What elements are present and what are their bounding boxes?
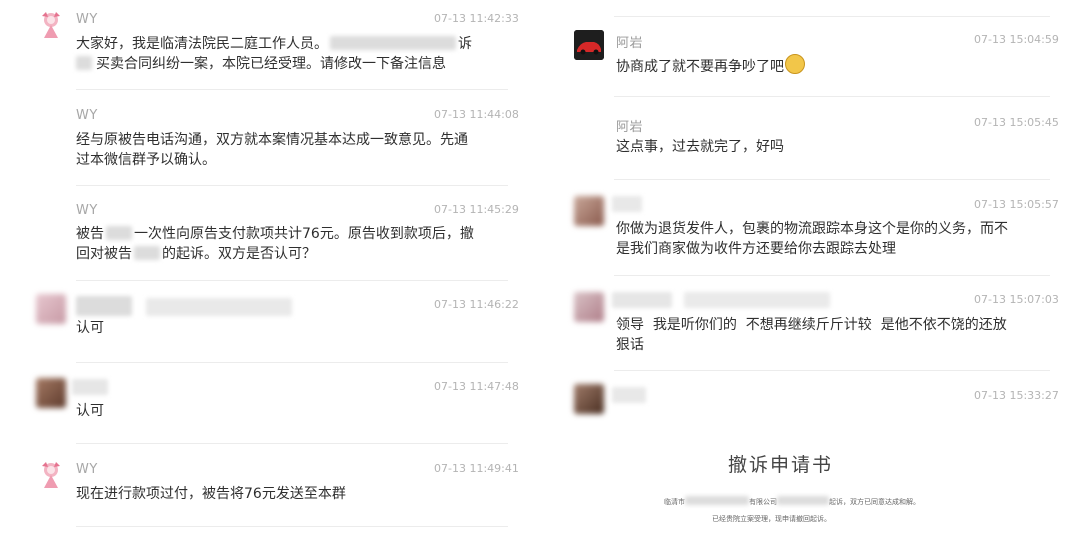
message-text: 协商成了就不要再争吵了吧 <box>616 54 805 77</box>
grin-emoji-icon <box>785 54 805 74</box>
redacted-block <box>777 496 829 505</box>
message-text: 经与原被告电话沟通，双方就本案情况基本达成一致意见。先通 过本微信群予以确认。 <box>76 130 496 170</box>
car-icon <box>574 30 604 60</box>
message-text-part: 领导 我是听你们的 不想再继续斤斤计较 是他不依不饶的还放 <box>616 317 1007 333</box>
withdrawal-document-image[interactable]: 撤诉申请书 临清市 有限公司 起诉，双方已同意达成和解。 已经贵院立案受理，现申请撤… <box>660 440 940 540</box>
avatar-wy[interactable] <box>36 10 66 40</box>
message-divider <box>76 362 508 363</box>
message-divider <box>76 89 508 90</box>
avatar-blurred[interactable] <box>574 384 604 414</box>
message-divider <box>76 526 508 527</box>
message-text: 大家好，我是临清法院民二庭工作人员。 诉 买卖合同纠纷一案，本院已经受理。请修改一… <box>76 34 496 74</box>
message-text-part: 买卖合同纠纷一案，本院已经受理。请修改一下备注信息 <box>96 56 446 72</box>
message-text-part: 是我们商家做为收件方还要给你去跟踪去处理 <box>616 241 896 257</box>
avatar-ayan[interactable] <box>574 30 604 60</box>
message-text-part: 协商成了就不要再争吵了吧 <box>616 59 784 75</box>
message-divider <box>614 275 1050 276</box>
avatar-blurred[interactable] <box>36 294 66 324</box>
message-text-part: 你做为退货发件人，包裹的物流跟踪本身这个是你的义务，而不 <box>616 221 1008 237</box>
message-text-part: 被告 <box>76 226 104 242</box>
message-text: 认可 <box>76 320 104 336</box>
avatar-wy-icon <box>42 462 60 488</box>
message-text-part: 狠话 <box>616 337 644 353</box>
message-text-part: 经与原被告电话沟通，双方就本案情况基本达成一致意见。先通 <box>76 132 468 148</box>
redacted-block <box>106 226 132 240</box>
message-text: 认可 <box>76 403 104 419</box>
redacted-block <box>330 36 456 50</box>
redacted-name <box>146 298 292 316</box>
message-text: 领导 我是听你们的 不想再继续斤斤计较 是他不依不饶的还放 狠话 <box>616 315 1056 355</box>
message-time: 07-13 15:04:59 <box>974 33 1059 46</box>
sender-name: WY <box>76 462 98 477</box>
message-divider <box>614 370 1050 371</box>
document-title: 撤诉申请书 <box>728 454 834 476</box>
sender-name: WY <box>76 108 98 123</box>
document-text-part: 临清市 <box>664 498 685 506</box>
avatar-wy[interactable] <box>36 460 66 490</box>
document-line: 临清市 有限公司 起诉，双方已同意达成和解。 <box>664 496 920 507</box>
message-time: 07-13 15:05:45 <box>974 116 1059 129</box>
message-divider <box>614 16 1050 17</box>
message-text-part: 大家好，我是临清法院民二庭工作人员。 <box>76 36 328 52</box>
sender-name: 阿岩 <box>616 120 644 135</box>
message-text-part: 诉 <box>458 36 472 52</box>
redacted-name <box>684 292 830 308</box>
message-time: 07-13 11:46:22 <box>434 298 519 311</box>
message-time: 07-13 11:42:33 <box>434 12 519 25</box>
message-time: 07-13 11:44:08 <box>434 108 519 121</box>
document-text-part: 有限公司 <box>749 498 777 506</box>
message-text-part: 回对被告 <box>76 246 132 262</box>
avatar-blurred[interactable] <box>574 196 604 226</box>
sender-name: 阿岩 <box>616 36 644 51</box>
redacted-name <box>76 296 132 316</box>
message-divider <box>76 443 508 444</box>
redacted-name <box>612 292 672 308</box>
sender-name: WY <box>76 203 98 218</box>
message-text-part: 一次性向原告支付款项共计76元。原告收到款项后，撤 <box>134 226 474 242</box>
left-chat-panel: WY 07-13 11:42:33 大家好，我是临清法院民二庭工作人员。 诉 买卖… <box>0 0 520 540</box>
redacted-name <box>612 196 642 212</box>
message-time: 07-13 11:47:48 <box>434 380 519 393</box>
avatar-wy-icon <box>42 12 60 38</box>
message-text-part: 的起诉。双方是否认可？ <box>162 246 316 262</box>
message-divider <box>76 185 508 186</box>
redacted-block <box>685 496 749 505</box>
message-time: 07-13 15:33:27 <box>974 389 1059 402</box>
message-time: 07-13 11:45:29 <box>434 203 519 216</box>
avatar-blurred[interactable] <box>574 292 604 322</box>
message-time: 07-13 15:07:03 <box>974 293 1059 306</box>
redacted-name <box>612 387 646 403</box>
message-divider <box>76 280 508 281</box>
redacted-block <box>76 56 92 70</box>
message-text: 这点事，过去就完了，好吗 <box>616 139 784 155</box>
message-divider <box>614 179 1050 180</box>
avatar-blurred[interactable] <box>36 378 66 408</box>
message-divider <box>614 96 1050 97</box>
document-line: 已经贵院立案受理，现申请撤回起诉。 <box>712 515 831 523</box>
message-text: 你做为退货发件人，包裹的物流跟踪本身这个是你的义务，而不 是我们商家做为收件方还… <box>616 219 1056 259</box>
message-text-part: 过本微信群予以确认。 <box>76 152 216 168</box>
message-text: 被告 一次性向原告支付款项共计76元。原告收到款项后，撤 回对被告 的起诉。双方是否… <box>76 224 496 264</box>
document-text-part: 起诉，双方已同意达成和解。 <box>829 498 920 506</box>
redacted-block <box>134 246 160 260</box>
sender-name: WY <box>76 12 98 27</box>
message-time: 07-13 15:05:57 <box>974 198 1059 211</box>
message-text: 现在进行款项过付，被告将76元发送至本群 <box>76 486 346 502</box>
message-time: 07-13 11:49:41 <box>434 462 519 475</box>
redacted-name <box>72 379 108 395</box>
